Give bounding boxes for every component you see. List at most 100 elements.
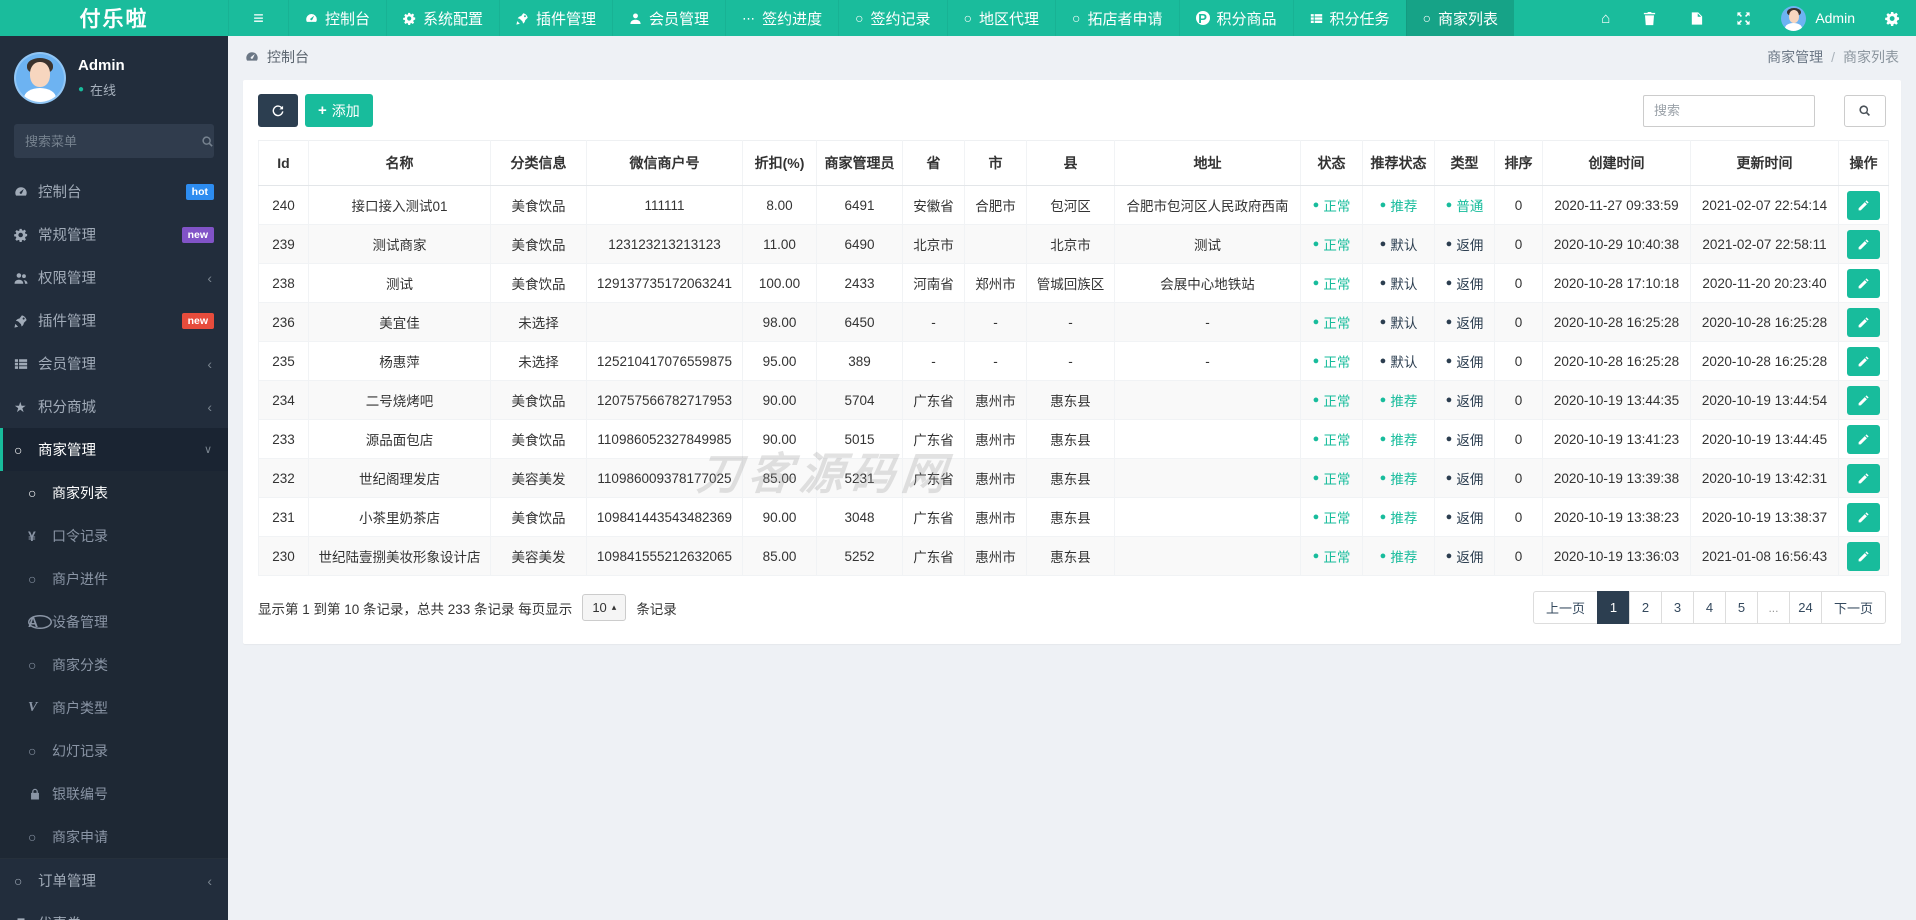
edit-button[interactable] (1847, 541, 1880, 571)
th-list-icon (1310, 12, 1323, 25)
dashboard-icon (305, 12, 318, 25)
topnav-item-11[interactable]: ○ 商家列表 (1405, 0, 1515, 36)
cell-op (1838, 341, 1889, 381)
circle-icon: ○ (855, 10, 864, 26)
cell-county: 惠东县 (1026, 380, 1115, 420)
status-badge: ● 正常 (1312, 199, 1351, 214)
sidebar-subitem-口令记录[interactable]: ¥ 口令记录 (0, 514, 228, 557)
sidebar-item-常规管理[interactable]: 常规管理 new (0, 213, 228, 256)
refresh-button[interactable] (258, 94, 298, 127)
breadcrumb-section[interactable]: 商家管理 (1767, 47, 1823, 67)
edit-button[interactable] (1847, 229, 1880, 259)
pencil-icon (1857, 199, 1870, 212)
sidebar-item-商家管理[interactable]: ○ 商家管理 ∨ (0, 428, 228, 471)
edit-button[interactable] (1847, 346, 1880, 376)
cell-type: ● 返佣 (1434, 302, 1495, 342)
sidebar-toggle-button[interactable]: ≡ (228, 0, 288, 36)
cell-recommend: ● 默认 (1362, 224, 1435, 264)
cell-address (1114, 497, 1301, 537)
sidebar-item-会员管理[interactable]: 会员管理 ‹ (0, 342, 228, 385)
page-button-2[interactable]: 2 (1628, 591, 1662, 624)
page-button-1[interactable]: 1 (1596, 591, 1630, 624)
sidebar-subitem-商户类型[interactable]: V 商户类型 (0, 686, 228, 729)
sidebar-subitem-商家列表[interactable]: ○ 商家列表 (0, 471, 228, 514)
edit-button[interactable] (1847, 190, 1880, 220)
topnav-item-8[interactable]: ○ 拓店者申请 (1055, 0, 1178, 36)
sidebar-item-插件管理[interactable]: 插件管理 new (0, 299, 228, 342)
breadcrumb-left-label: 控制台 (267, 49, 309, 65)
edit-button[interactable] (1847, 502, 1880, 532)
recommend-badge: ● 推荐 (1379, 199, 1418, 214)
edit-button[interactable] (1847, 385, 1880, 415)
cell-discount: 85.00 (742, 458, 817, 498)
online-dot-icon: ● (78, 84, 85, 95)
sidebar-subitem-商家分类[interactable]: ○ 商家分类 (0, 643, 228, 686)
menu-search-input[interactable] (25, 133, 201, 149)
topnav-item-2[interactable]: 系统配置 (386, 0, 499, 36)
table-row: 239 测试商家 美食饮品 123123213213123 11.00 6490 北京市 北京… (258, 224, 1889, 264)
sidebar-item-label: 商户进件 (52, 570, 108, 587)
sidebar-subitem-幻灯记录[interactable]: ○ 幻灯记录 (0, 729, 228, 772)
cell-category: 美食饮品 (490, 419, 587, 459)
settings-button[interactable] (1869, 0, 1916, 36)
book-button[interactable] (1673, 0, 1720, 36)
page-button-3[interactable]: 3 (1660, 591, 1694, 624)
edit-button[interactable] (1847, 307, 1880, 337)
pencil-icon (1857, 511, 1870, 524)
cell-admin: 5704 (816, 380, 903, 420)
expand-button[interactable] (1720, 0, 1767, 36)
cell-updated: 2020-10-19 13:42:31 (1690, 458, 1839, 498)
sidebar-subitem-商家申请[interactable]: ○ 商家申请 (0, 815, 228, 858)
cell-status: ● 正常 (1300, 185, 1363, 225)
sidebar-item-label: 常规管理 (38, 228, 96, 244)
sidebar-item-权限管理[interactable]: 权限管理 ‹ (0, 256, 228, 299)
sidebar-subitem-银联编号[interactable]: 银联编号 (0, 772, 228, 815)
page-button-24[interactable]: 24 (1788, 591, 1822, 624)
topnav-item-7[interactable]: ○ 地区代理 (946, 0, 1055, 36)
edit-button[interactable] (1847, 463, 1880, 493)
topnav-item-10[interactable]: 积分任务 (1292, 0, 1406, 36)
pencil-icon (1857, 316, 1870, 329)
edit-button[interactable] (1847, 268, 1880, 298)
sidebar-subitem-商户进件[interactable]: ○ 商户进件 (0, 557, 228, 600)
type-badge: ● 返佣 (1445, 511, 1484, 526)
page-size-select[interactable]: 10 ▴ (582, 594, 627, 621)
table-row: 234 二号烧烤吧 美食饮品 120757566782717953 90.00 5704 广… (258, 380, 1889, 420)
cell-updated: 2020-10-28 16:25:28 (1690, 341, 1839, 381)
cell-discount: 100.00 (742, 263, 817, 303)
sidebar-subitem-设备管理[interactable]: A 设备管理 (0, 600, 228, 643)
dot-icon: ● (1445, 433, 1453, 445)
dot-icon: ● (1445, 394, 1453, 406)
topnav-item-9[interactable]: P 积分商品 (1178, 0, 1293, 36)
next-page-button[interactable]: 下一页 (1820, 591, 1886, 624)
sidebar-item-积分商城[interactable]: ★ 积分商城 ‹ (0, 385, 228, 428)
breadcrumb-separator: / (1831, 49, 1835, 65)
topnav-item-6[interactable]: ○ 签约记录 (838, 0, 946, 36)
cell-admin: 6490 (816, 224, 903, 264)
topnav-item-5[interactable]: ⋯ 签约进度 (725, 0, 838, 36)
prev-page-button[interactable]: 上一页 (1532, 591, 1598, 624)
cell-op (1838, 380, 1889, 420)
page-button-5[interactable]: 5 (1724, 591, 1758, 624)
topnav-item-3[interactable]: 插件管理 (499, 0, 612, 36)
cell-mch (586, 302, 743, 342)
cell-name: 世纪陆壹捌美妆形象设计店 (308, 536, 491, 576)
page-button-4[interactable]: 4 (1692, 591, 1726, 624)
topnav-item-1[interactable]: 控制台 (288, 0, 386, 36)
sidebar-item-订单管理[interactable]: ○ 订单管理 ‹ (0, 859, 228, 902)
dot-icon: ● (1379, 394, 1387, 406)
trash-button[interactable] (1626, 0, 1673, 36)
topbar-user-menu[interactable]: Admin (1767, 5, 1869, 31)
table-search-input[interactable] (1643, 94, 1815, 127)
topnav-item-4[interactable]: 会员管理 (612, 0, 725, 36)
dot-icon: ● (1445, 238, 1453, 250)
cell-type: ● 返佣 (1434, 419, 1495, 459)
page-ellipsis[interactable]: ... (1756, 591, 1790, 624)
search-submit-button[interactable] (1844, 94, 1886, 127)
sidebar-item-控制台[interactable]: 控制台 hot (0, 170, 228, 213)
add-button[interactable]: + 添加 (305, 94, 373, 127)
edit-button[interactable] (1847, 424, 1880, 454)
home-button[interactable]: ⌂ (1585, 0, 1626, 36)
cell-mch: 129137735172063241 (586, 263, 743, 303)
sidebar-item-优惠券[interactable]: 优惠券‹ (0, 902, 228, 920)
